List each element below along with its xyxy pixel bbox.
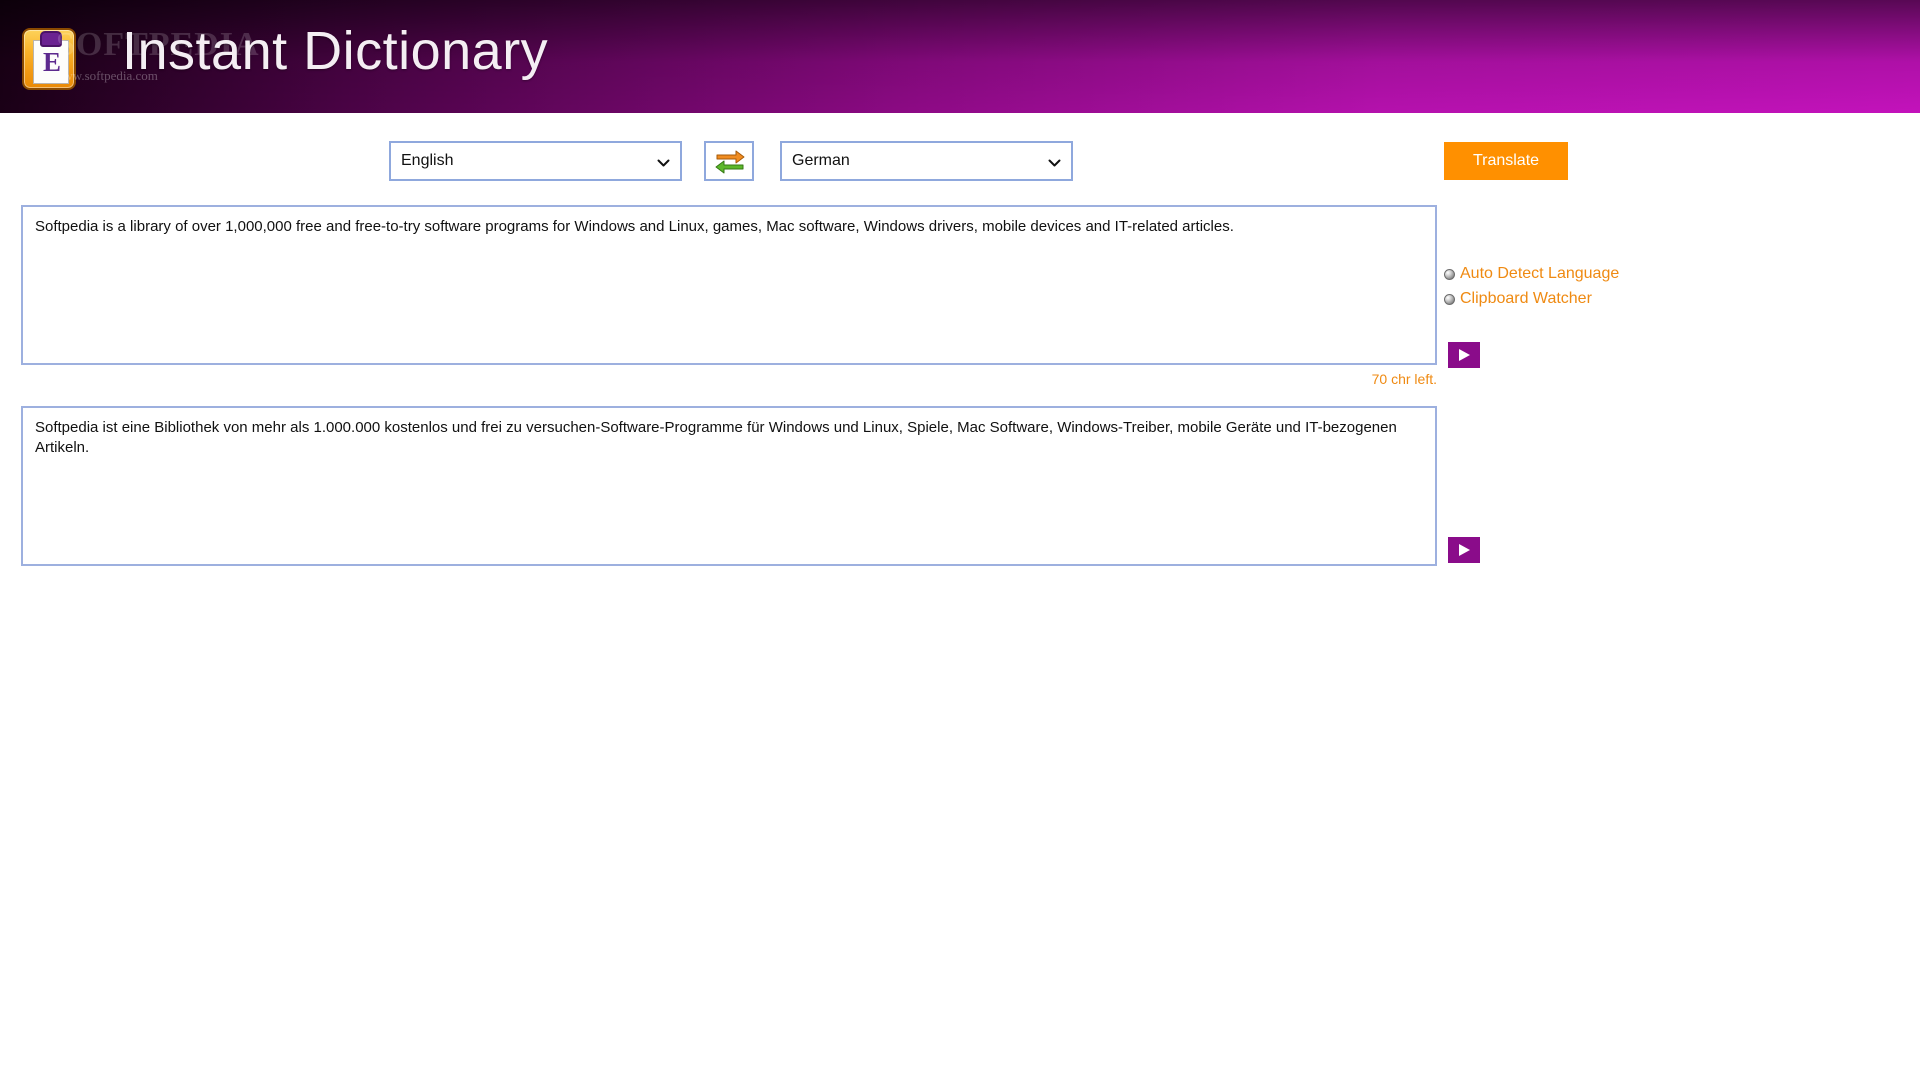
play-icon <box>1459 544 1470 556</box>
translate-button[interactable]: Translate <box>1444 142 1568 180</box>
chevron-down-icon <box>1048 157 1061 170</box>
app-header: E SOFTPEDIA www.softpedia.com Instant Di… <box>0 0 1920 113</box>
options-panel: Auto Detect Language Clipboard Watcher <box>1444 265 1744 315</box>
source-language-value: English <box>401 152 454 169</box>
chevron-down-icon <box>657 157 670 170</box>
speak-target-button[interactable] <box>1448 537 1480 563</box>
speak-source-button[interactable] <box>1448 342 1480 368</box>
bullet-icon <box>1444 293 1455 305</box>
target-language-value: German <box>792 152 850 169</box>
page-title: Instant Dictionary <box>122 21 549 81</box>
swap-languages-button[interactable] <box>704 141 754 181</box>
bullet-icon <box>1444 268 1455 280</box>
play-icon <box>1459 349 1470 361</box>
option-clipboard-watcher[interactable]: Clipboard Watcher <box>1444 290 1744 308</box>
characters-left-label: 70 chr left. <box>1371 371 1437 387</box>
language-toolbar: English German <box>0 113 1920 183</box>
option-label: Auto Detect Language <box>1460 265 1620 282</box>
option-auto-detect-language[interactable]: Auto Detect Language <box>1444 265 1744 283</box>
target-text-output[interactable]: Softpedia ist eine Bibliothek von mehr a… <box>21 406 1437 566</box>
source-language-select[interactable]: English <box>389 141 682 181</box>
option-label: Clipboard Watcher <box>1460 290 1592 307</box>
swap-languages-icon <box>715 150 745 174</box>
source-text-input[interactable]: Softpedia is a library of over 1,000,000… <box>21 205 1437 365</box>
target-language-select[interactable]: German <box>780 141 1073 181</box>
